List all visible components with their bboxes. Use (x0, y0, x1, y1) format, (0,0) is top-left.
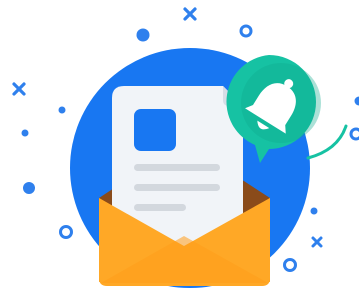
decor-dot (310, 207, 318, 215)
decor-ring (349, 127, 359, 141)
decor-ring (283, 258, 297, 272)
document-image-block (134, 109, 176, 151)
decor-dot (136, 28, 150, 42)
decor-dot (21, 129, 29, 137)
decor-ring (239, 24, 253, 38)
illustration-canvas (12, 7, 359, 288)
document-text-line (134, 204, 186, 211)
document-text-line (134, 164, 220, 171)
decor-dot (58, 106, 66, 114)
decor-dot (23, 182, 35, 194)
document-text-line (134, 184, 220, 191)
email-notification-illustration (0, 0, 359, 289)
decor-x-mark (12, 82, 26, 96)
decor-dot (354, 96, 359, 106)
decor-ring (59, 225, 73, 239)
decor-x-mark (183, 7, 197, 21)
bubble-tail-curve (306, 124, 348, 160)
decor-x-mark (311, 236, 323, 248)
